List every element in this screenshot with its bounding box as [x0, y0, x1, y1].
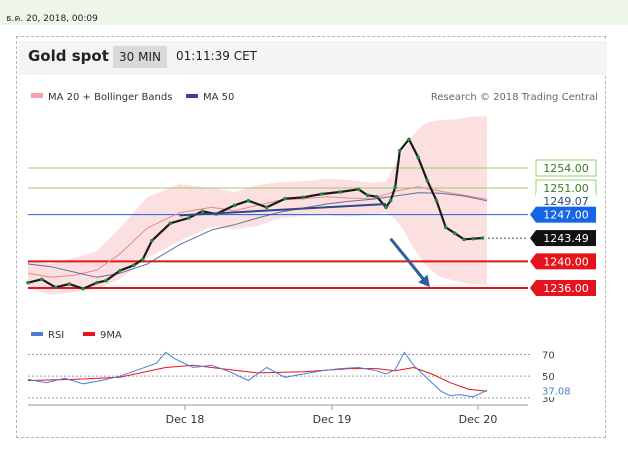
price-point: [393, 185, 398, 190]
price-point: [397, 148, 402, 153]
level-tag-pointer: [530, 230, 536, 247]
level-tag-label: 1236.00: [543, 282, 589, 295]
price-point: [140, 257, 145, 262]
time-tick-label: Dec 19: [313, 413, 352, 426]
price-point: [319, 192, 324, 196]
price-point: [67, 282, 72, 286]
price-point: [407, 137, 411, 142]
price-point: [81, 286, 85, 291]
price-point: [480, 236, 485, 240]
rsi-tick-label: 70: [542, 351, 555, 362]
price-point: [425, 178, 430, 183]
level-tag-pointer: [530, 253, 536, 270]
rsi-current-label: 37.08: [542, 386, 571, 397]
price-point: [131, 263, 136, 268]
ma9-legend-label: 9MA: [100, 330, 122, 341]
price-point: [264, 205, 269, 210]
level-tag-pointer: [530, 206, 536, 223]
ma9-legend-swatch: [83, 332, 95, 336]
price-point: [246, 198, 251, 203]
price-point: [168, 221, 173, 226]
ma20-legend-label: MA 20 + Bollinger Bands: [48, 92, 172, 103]
level-tag-label: 1243.49: [543, 232, 589, 245]
level-tag-label: 1254.00: [543, 162, 589, 175]
level-tag-pointer: [530, 280, 536, 296]
level-tag-label: 1249.07: [543, 195, 589, 208]
ma20-legend-swatch: [31, 93, 43, 98]
price-point: [434, 198, 439, 203]
price-point: [150, 238, 154, 243]
price-point: [118, 268, 122, 273]
price-point: [356, 187, 361, 192]
ma50-legend-swatch: [186, 94, 198, 98]
rsi-tick-label: 50: [542, 372, 555, 383]
price-point: [365, 193, 370, 198]
price-point: [375, 194, 379, 199]
price-point: [186, 216, 191, 220]
price-chart: 1254.001251.001249.071247.001243.491240.…: [26, 92, 598, 426]
price-point: [301, 195, 306, 200]
rsi-legend-label: RSI: [48, 330, 64, 341]
rsi-line: [27, 351, 488, 398]
price-point: [104, 278, 108, 283]
main-plot: 1254.001251.001249.071247.001243.491240.…: [26, 116, 597, 296]
price-point: [53, 285, 58, 290]
price-point: [26, 280, 30, 285]
price-point: [232, 203, 237, 208]
rsi-legend-swatch: [31, 332, 43, 336]
level-tag-label: 1247.00: [543, 209, 589, 222]
price-point: [384, 205, 388, 210]
price-point: [200, 209, 205, 214]
price-point: [388, 198, 393, 203]
time-axis-ticks: Dec 18 Dec 19 Dec 20: [166, 405, 498, 426]
price-point: [95, 280, 99, 285]
ma50-legend-label: MA 50: [203, 92, 234, 103]
time-tick-label: Dec 18: [166, 413, 205, 426]
price-point: [471, 236, 476, 241]
credit-text: Research © 2018 Trading Central: [431, 92, 598, 103]
rsi-plot: 70503037.08: [27, 351, 576, 405]
level-tag-label: 1240.00: [543, 255, 589, 268]
price-point: [283, 196, 287, 201]
price-point: [453, 231, 457, 236]
price-point: [443, 225, 448, 230]
price-point: [462, 237, 466, 242]
time-tick-label: Dec 20: [459, 413, 498, 426]
price-point: [39, 277, 44, 282]
price-point: [338, 190, 342, 194]
price-point: [416, 155, 420, 160]
